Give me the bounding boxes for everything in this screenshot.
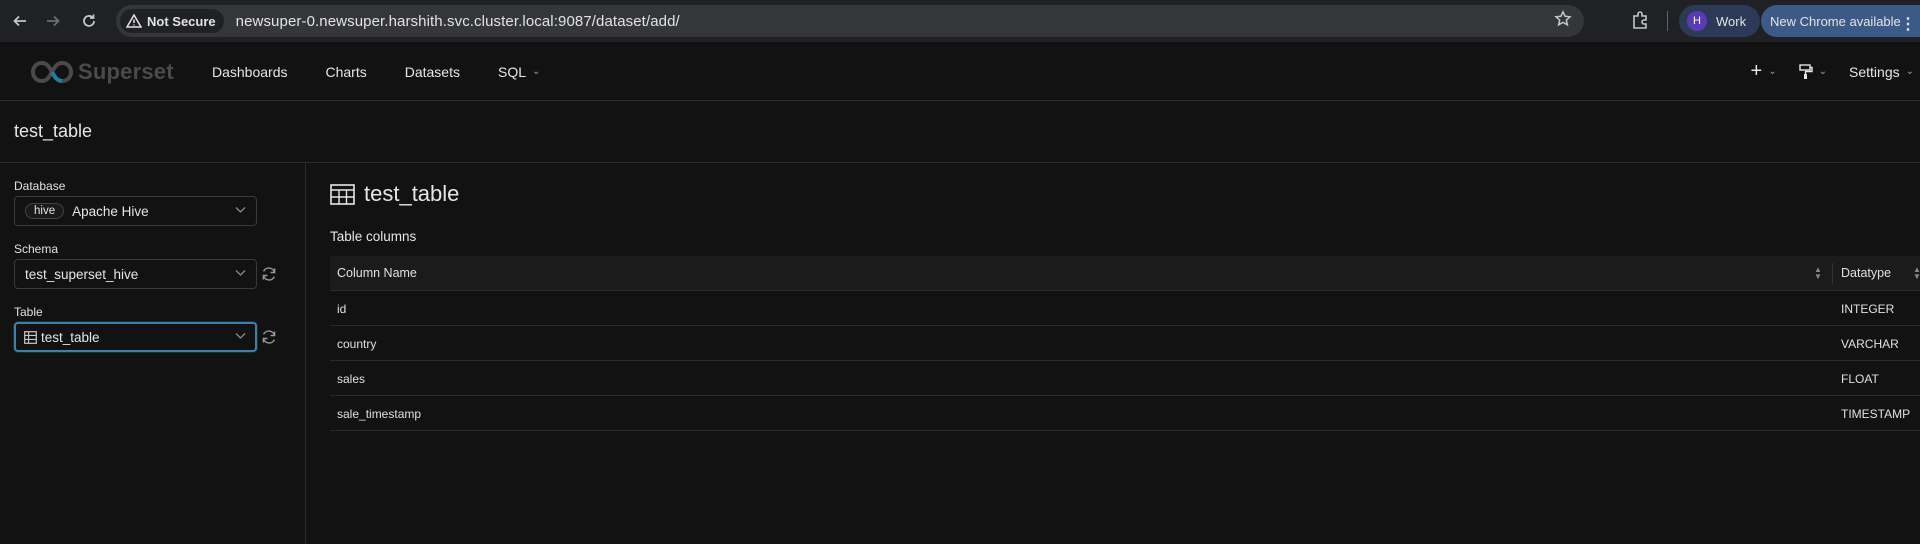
nav-sql[interactable]: SQL ⌄ — [498, 64, 540, 80]
reload-icon — [83, 14, 95, 27]
main-nav: Dashboards Charts Datasets SQL ⌄ — [212, 42, 578, 101]
table-label: Table — [14, 305, 43, 319]
table-icon — [24, 330, 37, 344]
toolbar-divider — [1667, 11, 1668, 31]
app-header: Superset Dashboards Charts Datasets SQL ⌄… — [0, 42, 1920, 101]
table-header: Column Name ▲ ▼ Datatype ▲ ▼ — [330, 256, 1920, 291]
superset-logo[interactable]: Superset — [30, 59, 174, 85]
logo-text: Superset — [78, 59, 174, 84]
warning-icon — [126, 14, 142, 28]
dataset-source-panel: Database hive Apache Hive Schema test_su… — [0, 163, 306, 544]
bookmark-star-icon[interactable] — [1554, 10, 1572, 33]
table-row: sale_timestamp TIMESTAMP — [330, 396, 1920, 431]
schema-label: Schema — [14, 242, 59, 256]
dataset-title-bar: test_table — [0, 101, 1920, 163]
nav-dashboards-label: Dashboards — [212, 63, 288, 80]
nav-charts[interactable]: Charts — [326, 64, 367, 80]
chevron-down-icon — [235, 204, 246, 218]
new-menu-button[interactable]: + ⌄ — [1751, 60, 1777, 83]
browser-toolbar: Not Secure newsuper-0.newsuper.harshith.… — [0, 0, 1920, 42]
nav-charts-label: Charts — [325, 63, 367, 80]
forward-button[interactable] — [37, 5, 69, 37]
arrow-left-icon — [13, 15, 26, 27]
column-name-cell: id — [337, 302, 347, 316]
schema-value: test_superset_hive — [25, 266, 139, 282]
table-row: country VARCHAR — [330, 326, 1920, 361]
profile-label: Work — [1716, 13, 1747, 29]
chevron-down-icon: ⌄ — [532, 66, 541, 77]
table-row: sales FLOAT — [330, 361, 1920, 396]
dataset-preview-panel: test_table Table columns Column Name ▲ ▼ … — [307, 163, 1920, 544]
chevron-down-icon — [235, 267, 246, 281]
database-label: Database — [14, 179, 66, 193]
nav-datasets-label: Datasets — [404, 63, 460, 80]
table-icon — [330, 183, 355, 205]
datatype-header[interactable]: Datatype — [1841, 266, 1891, 280]
update-chrome-button[interactable]: New Chrome available ⋮ — [1761, 5, 1920, 37]
chevron-down-icon: ⌄ — [1768, 66, 1777, 77]
chevron-down-icon: ⌄ — [1905, 66, 1914, 77]
chevron-down-icon: ⌄ — [1818, 66, 1828, 77]
right-menu: + ⌄ ⌄ Settings ⌄ — [1729, 42, 1920, 101]
table-select[interactable]: test_table — [14, 322, 257, 352]
back-button[interactable] — [4, 5, 36, 37]
superset-logo-icon — [30, 60, 74, 84]
datatype-cell: INTEGER — [1841, 302, 1895, 316]
refresh-schemas-icon[interactable] — [261, 266, 277, 282]
sort-icon[interactable]: ▲ ▼ — [1814, 266, 1822, 281]
more-vert-icon[interactable]: ⋮ — [1900, 14, 1916, 34]
sort-icon[interactable]: ▲ ▼ — [1913, 266, 1920, 281]
arrow-right-icon — [47, 15, 60, 27]
table-value: test_table — [41, 329, 100, 345]
extensions-icon[interactable] — [1630, 9, 1652, 31]
datatype-cell: FLOAT — [1841, 372, 1879, 386]
page-title[interactable]: test_table — [14, 121, 92, 142]
table-row: id INTEGER — [330, 291, 1920, 326]
column-separator — [1832, 263, 1833, 284]
plus-icon: + — [1750, 60, 1763, 82]
datatype-cell: TIMESTAMP — [1841, 407, 1911, 421]
preview-title: test_table — [330, 181, 459, 207]
paint-roller-icon — [1798, 63, 1813, 79]
not-secure-badge[interactable]: Not Secure — [120, 9, 224, 33]
nav-dashboards[interactable]: Dashboards — [212, 64, 288, 80]
database-engine-tag: hive — [25, 203, 65, 219]
table-columns-label: Table columns — [330, 229, 417, 244]
database-select[interactable]: hive Apache Hive — [14, 196, 257, 226]
columns-table: Column Name ▲ ▼ Datatype ▲ ▼ id INTEGER co… — [330, 256, 1920, 431]
column-name-cell: country — [337, 337, 377, 351]
update-label: New Chrome available — [1770, 13, 1901, 29]
avatar: H — [1687, 11, 1707, 31]
column-name-cell: sale_timestamp — [337, 407, 422, 421]
database-value: Apache Hive — [72, 203, 149, 219]
column-name-cell: sales — [337, 372, 366, 386]
refresh-tables-icon[interactable] — [261, 329, 277, 345]
theme-menu-button[interactable]: ⌄ — [1798, 63, 1828, 80]
url-text[interactable]: newsuper-0.newsuper.harshith.svc.cluster… — [236, 13, 680, 30]
profile-button[interactable]: H Work — [1679, 5, 1761, 37]
not-secure-label: Not Secure — [147, 13, 216, 29]
settings-menu[interactable]: Settings ⌄ — [1849, 64, 1914, 80]
datatype-cell: VARCHAR — [1841, 337, 1899, 351]
address-bar[interactable]: Not Secure newsuper-0.newsuper.harshith.… — [116, 5, 1584, 37]
settings-label: Settings — [1849, 63, 1900, 80]
preview-title-text: test_table — [364, 181, 460, 206]
chevron-down-icon — [235, 330, 246, 344]
reload-button[interactable] — [73, 5, 105, 37]
schema-select[interactable]: test_superset_hive — [14, 259, 257, 289]
nav-sql-label: SQL — [497, 63, 526, 80]
nav-datasets[interactable]: Datasets — [405, 64, 460, 80]
column-name-header[interactable]: Column Name — [337, 266, 417, 280]
